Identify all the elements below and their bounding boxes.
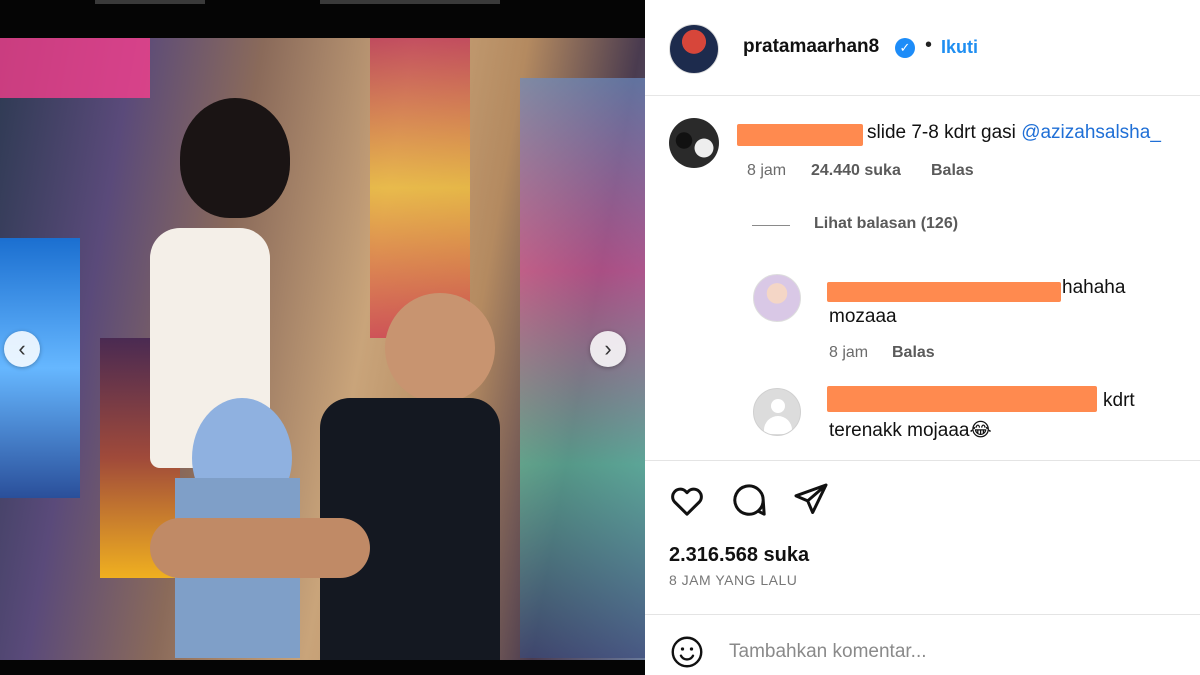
vending-machine bbox=[0, 238, 80, 498]
reply-button[interactable]: Balas bbox=[931, 162, 974, 180]
photo-top-bar bbox=[0, 0, 645, 38]
post-side-panel: pratamaarhan8 ✓ • Ikuti slide 7-8 kdrt g… bbox=[645, 0, 1200, 675]
redacted-username bbox=[827, 282, 1061, 302]
commenter-avatar[interactable] bbox=[753, 274, 801, 322]
actions-divider bbox=[645, 460, 1200, 461]
next-slide-button[interactable]: › bbox=[590, 331, 626, 367]
comment-body: slide 7-8 kdrt gasi bbox=[867, 122, 1016, 143]
share-button[interactable] bbox=[791, 480, 831, 520]
separator-dot: • bbox=[925, 34, 933, 56]
redacted-username bbox=[737, 124, 863, 146]
post-photo: ‹ › bbox=[0, 38, 645, 660]
avatar-head bbox=[771, 399, 785, 413]
comment-body: hahaha bbox=[1062, 277, 1126, 298]
replies-line bbox=[752, 225, 790, 226]
man-arm bbox=[150, 518, 370, 578]
comment-input[interactable] bbox=[729, 636, 1169, 668]
post-header: pratamaarhan8 ✓ • Ikuti bbox=[645, 0, 1200, 96]
snack-shelf bbox=[370, 38, 470, 338]
verified-badge-icon: ✓ bbox=[895, 38, 915, 58]
reply-button[interactable]: Balas bbox=[892, 344, 935, 362]
previous-slide-button[interactable]: ‹ bbox=[4, 331, 40, 367]
woman-hair bbox=[180, 98, 290, 218]
emoji-icon bbox=[671, 636, 703, 668]
heart-icon bbox=[671, 487, 703, 516]
comment-text: slide 7-8 kdrt gasi @azizahsalsha_ bbox=[867, 122, 1161, 144]
top-strip bbox=[320, 0, 500, 4]
comment-likes[interactable]: 24.440 suka bbox=[811, 162, 901, 180]
default-avatar-icon[interactable] bbox=[753, 388, 801, 436]
comment-icon bbox=[733, 484, 766, 516]
emoji-button[interactable] bbox=[669, 634, 705, 670]
chevron-right-icon: › bbox=[604, 336, 612, 361]
like-button[interactable] bbox=[667, 480, 707, 520]
comment-body-line2: terenakk mojaaa😂 bbox=[829, 420, 992, 441]
follow-button[interactable]: Ikuti bbox=[941, 37, 978, 58]
photo-bottom-bar bbox=[0, 660, 645, 675]
reply-label: Balas bbox=[931, 162, 974, 179]
send-icon bbox=[794, 483, 828, 514]
blurred-foreground bbox=[520, 78, 645, 658]
comment-button[interactable] bbox=[729, 480, 769, 520]
post-timestamp: 8 JAM YANG LALU bbox=[669, 572, 798, 588]
commenter-avatar[interactable] bbox=[669, 118, 719, 168]
top-strip bbox=[95, 0, 205, 4]
chevron-left-icon: ‹ bbox=[18, 336, 26, 361]
author-username[interactable]: pratamaarhan8 bbox=[743, 36, 879, 58]
comment-time: 8 jam bbox=[747, 162, 787, 179]
man-head bbox=[385, 293, 495, 403]
post-likes-count[interactable]: 2.316.568 suka bbox=[669, 544, 809, 567]
composer-divider bbox=[645, 614, 1200, 615]
neon-sign bbox=[0, 38, 150, 98]
comment-body-line2: mozaaa bbox=[829, 306, 897, 327]
reply-label: Balas bbox=[892, 344, 935, 361]
redacted-username bbox=[827, 386, 1097, 412]
view-replies-label: Lihat balasan (126) bbox=[814, 215, 959, 232]
author-avatar[interactable] bbox=[669, 24, 719, 74]
comment-body: kdrt bbox=[1103, 390, 1135, 411]
comment-time: 8 jam bbox=[829, 344, 869, 361]
avatar-body bbox=[764, 416, 792, 434]
view-replies-button[interactable]: Lihat balasan (126) bbox=[814, 215, 958, 233]
comment-mention-link[interactable]: @azizahsalsha_ bbox=[1021, 122, 1161, 143]
comment-likes-count: 24.440 suka bbox=[811, 162, 901, 179]
